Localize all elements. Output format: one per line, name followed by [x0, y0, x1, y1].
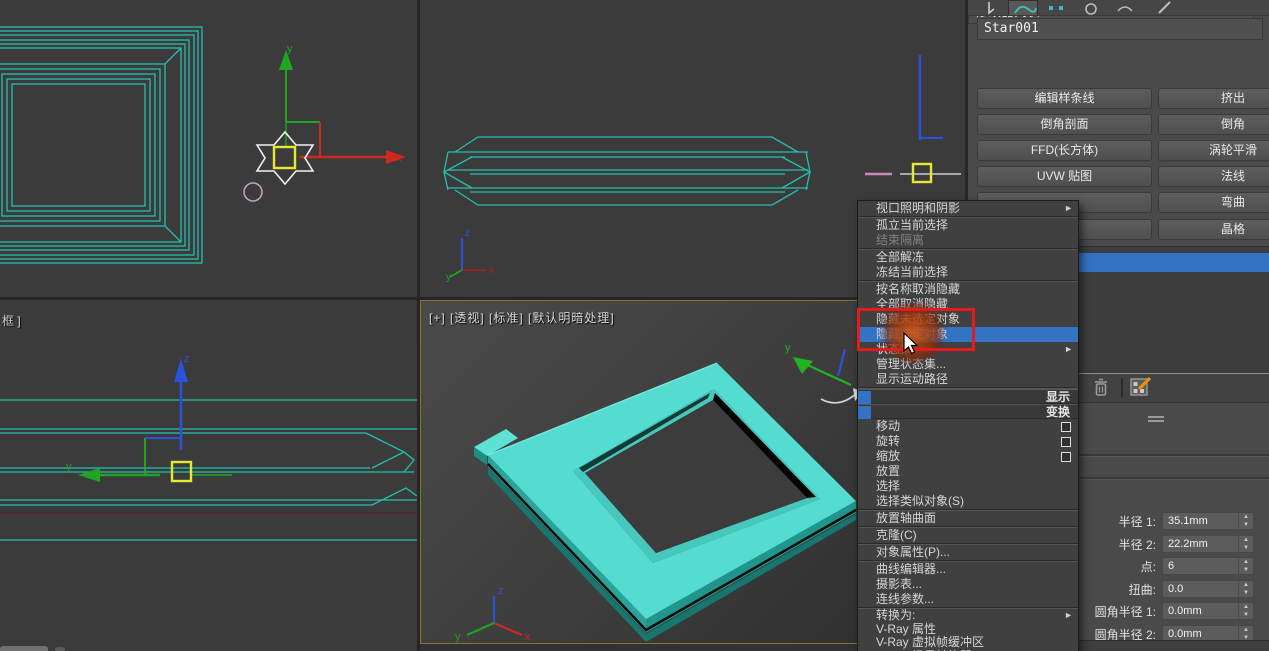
quad-square-icon: [858, 391, 871, 404]
menu-item-convert-to[interactable]: 转换为:►: [858, 609, 1078, 623]
move-gizmo: y x: [279, 43, 406, 164]
menu-item-select-similar[interactable]: 选择类似对象(S): [858, 494, 1078, 509]
move-gizmo-edge: [865, 55, 961, 182]
svg-text:x: x: [525, 631, 531, 643]
fillet-radius1-input[interactable]: 0.0mm ▲▼: [1162, 602, 1254, 620]
ui-fragment: [0, 646, 48, 651]
menu-item-move[interactable]: 移动: [858, 419, 1078, 434]
axis-tripod: z y x: [446, 228, 494, 283]
command-panel-tabs: [968, 0, 1269, 16]
radius2-input[interactable]: 22.2mm ▲▼: [1162, 535, 1254, 553]
star-spline: [257, 132, 313, 184]
menu-item-place-pivot-surface[interactable]: 放置轴曲面: [858, 511, 1078, 526]
menu-item-viewport-lighting[interactable]: 视口照明和阴影►: [858, 201, 1078, 216]
points-input[interactable]: 6 ▲▼: [1162, 557, 1254, 575]
modifier-button-turbosmooth[interactable]: 涡轮平滑: [1158, 140, 1269, 161]
top-view-wireframe: y x: [0, 0, 417, 297]
create-icon[interactable]: [976, 0, 1006, 15]
rollout-grip[interactable]: [1148, 420, 1164, 422]
viewport-top[interactable]: y x: [0, 0, 417, 297]
utilities-icon[interactable]: [1150, 0, 1180, 15]
spinner-icon[interactable]: ▲▼: [1238, 558, 1253, 574]
submenu-arrow-icon: ►: [1064, 609, 1073, 623]
menu-item-wire-parameters[interactable]: 连线参数...: [858, 592, 1078, 607]
menu-item-clone[interactable]: 克隆(C): [858, 528, 1078, 543]
quad-title-transform: 变换: [858, 404, 1078, 419]
submenu-arrow-icon: ►: [1064, 201, 1073, 216]
settings-box-icon[interactable]: [1061, 437, 1071, 447]
svg-text:y: y: [785, 342, 791, 354]
menu-item-show-motion-paths[interactable]: 显示运动路径: [858, 372, 1078, 387]
viewport-splitter-vertical[interactable]: [417, 0, 420, 651]
menu-item-unfreeze-all[interactable]: 全部解冻: [858, 250, 1078, 265]
menu-item-scale[interactable]: 缩放: [858, 449, 1078, 464]
modifier-button-bend[interactable]: 弯曲: [1158, 192, 1269, 213]
modifier-button-edit-spline[interactable]: 编辑样条线: [977, 88, 1152, 109]
spinner-icon[interactable]: ▲▼: [1238, 581, 1253, 597]
mouse-cursor: [903, 332, 919, 355]
remove-modifier-icon[interactable]: [1092, 377, 1110, 403]
spinner-icon[interactable]: ▲▼: [1238, 513, 1253, 529]
menu-item-select[interactable]: 选择: [858, 479, 1078, 494]
modifier-button-bevel[interactable]: 倒角: [1158, 114, 1269, 135]
display-icon[interactable]: [1110, 0, 1140, 15]
object-name-field[interactable]: Star001: [977, 18, 1263, 40]
svg-text:y: y: [66, 461, 72, 473]
svg-text:z: z: [465, 228, 470, 239]
menu-item-vray-properties[interactable]: V-Ray 属性: [858, 623, 1078, 637]
submenu-arrow-icon: ►: [1064, 342, 1073, 357]
menu-item-isolate-selection[interactable]: 孤立当前选择: [858, 218, 1078, 233]
motion-icon[interactable]: [1076, 0, 1106, 15]
svg-text:y: y: [287, 43, 293, 55]
svg-text:y: y: [455, 631, 461, 643]
toolbar-separator: [1121, 378, 1123, 397]
menu-item-curve-editor[interactable]: 曲线编辑器...: [858, 562, 1078, 577]
modifier-button-lattice[interactable]: 晶格: [1158, 219, 1269, 240]
svg-text:x: x: [489, 265, 494, 276]
modifier-button-bevel-profile[interactable]: 倒角剖面: [977, 114, 1152, 135]
configure-modifier-sets-icon[interactable]: [1129, 376, 1152, 403]
modifier-button-uvw-map[interactable]: UVW 贴图: [977, 166, 1152, 187]
menu-item-vray-vfb[interactable]: V-Ray 虚拟帧缓冲区: [858, 636, 1078, 650]
distortion-input[interactable]: 0.0 ▲▼: [1162, 580, 1254, 598]
viewport-left[interactable]: 框 ]: [0, 300, 417, 651]
quad-square-icon: [858, 406, 871, 419]
settings-box-icon[interactable]: [1061, 422, 1071, 432]
hierarchy-icon[interactable]: [1042, 0, 1072, 15]
svg-text:y: y: [446, 272, 451, 283]
selection-bracket: [274, 147, 295, 168]
svg-text:z: z: [184, 353, 190, 365]
menu-item-dope-sheet[interactable]: 摄影表...: [858, 577, 1078, 592]
viewport-label-partial: 框 ]: [2, 312, 21, 329]
modify-icon[interactable]: [1008, 0, 1038, 15]
rotate-gizmo: y: [785, 342, 863, 403]
svg-text:x: x: [396, 152, 402, 164]
menu-item-rotate[interactable]: 旋转: [858, 434, 1078, 449]
spinner-icon[interactable]: ▲▼: [1238, 603, 1253, 619]
settings-box-icon[interactable]: [1061, 452, 1071, 462]
circle-spline: [244, 183, 262, 201]
left-view-wireframe: z y: [0, 300, 417, 651]
modifier-button-normal[interactable]: 法线: [1158, 166, 1269, 187]
move-gizmo: z y: [66, 353, 232, 482]
menu-item-end-isolate[interactable]: 结束隔离: [858, 233, 1078, 248]
modifier-button-extrude[interactable]: 挤出: [1158, 88, 1269, 109]
quad-title-display: 显示: [858, 389, 1078, 404]
menu-item-unhide-by-name[interactable]: 按名称取消隐藏: [858, 282, 1078, 297]
3dsmax-window: y x: [0, 0, 1269, 651]
radius1-input[interactable]: 35.1mm ▲▼: [1162, 512, 1254, 530]
svg-text:z: z: [498, 585, 504, 597]
axis-tripod: z x y: [455, 585, 531, 643]
menu-item-object-properties[interactable]: 对象属性(P)...: [858, 545, 1078, 560]
menu-item-placement[interactable]: 放置: [858, 464, 1078, 479]
menu-item-freeze-selection[interactable]: 冻结当前选择: [858, 265, 1078, 280]
viewport-splitter-horizontal[interactable]: [0, 297, 965, 300]
modifier-button-ffd-box[interactable]: FFD(长方体): [977, 140, 1152, 161]
viewport-label[interactable]: [+] [透视] [标准] [默认明暗处理]: [429, 309, 615, 326]
context-menu: 视口照明和阴影► 孤立当前选择 结束隔离 全部解冻 冻结当前选择 按名称取消隐藏…: [857, 200, 1079, 651]
spinner-icon[interactable]: ▲▼: [1238, 536, 1253, 552]
ui-fragment: [55, 647, 65, 651]
rollout-grip[interactable]: [1148, 416, 1164, 418]
